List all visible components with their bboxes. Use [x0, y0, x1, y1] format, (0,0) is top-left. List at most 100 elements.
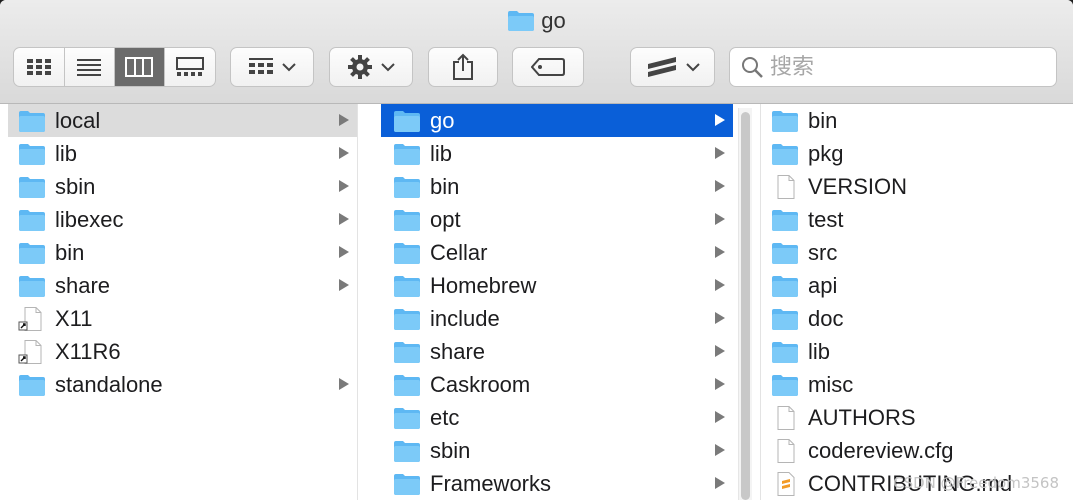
alias-file-icon [18, 306, 46, 331]
folder-icon [393, 208, 421, 232]
scrollbar-thumb[interactable] [741, 112, 750, 500]
disclosure-arrow-icon [339, 246, 349, 258]
folder-icon [393, 109, 421, 133]
list-item[interactable]: share [8, 269, 357, 302]
disclosure-arrow-icon [715, 345, 725, 357]
list-item[interactable]: codereview.cfg [761, 434, 1073, 467]
list-item[interactable]: lib [8, 137, 357, 170]
grid-icon [27, 59, 51, 75]
list-item-label: api [808, 272, 838, 298]
list-view-button[interactable] [65, 48, 115, 86]
list-item[interactable]: include [381, 302, 733, 335]
gallery-view-button[interactable] [165, 48, 215, 86]
folder-icon [393, 241, 421, 265]
list-item[interactable]: Homebrew [381, 269, 733, 302]
list-item[interactable]: Cellar [381, 236, 733, 269]
disclosure-arrow-icon [715, 411, 725, 423]
sublime-text-button[interactable] [630, 47, 715, 87]
list-item[interactable]: bin [8, 236, 357, 269]
list-item[interactable]: local [8, 104, 357, 137]
folder-icon [18, 373, 46, 397]
folder-icon [18, 175, 46, 199]
list-item[interactable]: test [761, 203, 1073, 236]
list-item-label: VERSION [808, 173, 908, 199]
folder-icon [18, 241, 46, 265]
folder-icon [771, 373, 799, 397]
list-item-label: lib [55, 140, 78, 166]
disclosure-arrow-icon [339, 114, 349, 126]
column-2: go lib bin opt Cellar Homebrew include share Cas… [381, 104, 733, 500]
folder-icon [771, 142, 799, 166]
title-toolbar: go [0, 0, 1073, 104]
list-item[interactable]: sbin [8, 170, 357, 203]
search-field[interactable] [729, 47, 1057, 87]
list-item-label: Cellar [430, 239, 488, 265]
list-item-label: include [430, 305, 500, 331]
disclosure-arrow-icon [339, 213, 349, 225]
list-item[interactable]: VERSION [761, 170, 1073, 203]
list-item[interactable]: bin [381, 170, 733, 203]
list-item-label: etc [430, 404, 460, 430]
tag-button[interactable] [512, 47, 584, 87]
columns-icon [125, 57, 153, 77]
list-item[interactable]: standalone [8, 368, 357, 401]
list-item[interactable]: X11 [8, 302, 357, 335]
disclosure-arrow-icon [715, 180, 725, 192]
share-button[interactable] [428, 47, 498, 87]
list-item[interactable]: lib [381, 137, 733, 170]
list-item-label: AUTHORS [808, 404, 916, 430]
folder-icon [393, 472, 421, 496]
disclosure-arrow-icon [339, 279, 349, 291]
list-item[interactable]: go [381, 104, 733, 137]
list-item[interactable]: libexec [8, 203, 357, 236]
disclosure-arrow-icon [715, 279, 725, 291]
list-item[interactable]: pkg [761, 137, 1073, 170]
list-item[interactable]: bin [761, 104, 1073, 137]
disclosure-arrow-icon [715, 378, 725, 390]
list-item-label: src [808, 239, 838, 265]
list-item-label: libexec [55, 206, 124, 232]
sublime-document-icon [771, 471, 799, 496]
action-menu-button[interactable] [329, 47, 413, 87]
list-item[interactable]: AUTHORS [761, 401, 1073, 434]
chevron-down-icon [381, 63, 395, 72]
tag-icon [531, 58, 565, 76]
list-item[interactable]: lib [761, 335, 1073, 368]
list-item[interactable]: X11R6 [8, 335, 357, 368]
folder-icon [18, 208, 46, 232]
disclosure-arrow-icon [715, 114, 725, 126]
list-item[interactable]: doc [761, 302, 1073, 335]
list-item[interactable]: opt [381, 203, 733, 236]
window-title-text: go [541, 8, 566, 33]
list-item[interactable]: Caskroom [381, 368, 733, 401]
alias-file-icon [18, 339, 46, 364]
list-item[interactable]: src [761, 236, 1073, 269]
list-item-label: share [430, 338, 486, 364]
list-item-label: X11R6 [55, 338, 121, 364]
group-by-button[interactable] [230, 47, 314, 87]
icon-view-button[interactable] [15, 48, 65, 86]
list-item[interactable]: sbin [381, 434, 733, 467]
folder-icon [393, 373, 421, 397]
list-item-label: codereview.cfg [808, 437, 954, 463]
share-icon [453, 53, 473, 80]
list-item-label: doc [808, 305, 844, 331]
list-item[interactable]: api [761, 269, 1073, 302]
search-icon [742, 57, 763, 78]
disclosure-arrow-icon [715, 444, 725, 456]
folder-icon [771, 109, 799, 133]
list-item-label: lib [808, 338, 831, 364]
folder-icon [771, 241, 799, 265]
list-item[interactable]: misc [761, 368, 1073, 401]
list-item[interactable]: etc [381, 401, 733, 434]
list-item[interactable]: Frameworks [381, 467, 733, 500]
search-input[interactable] [770, 54, 1040, 80]
folder-icon [18, 274, 46, 298]
disclosure-arrow-icon [715, 147, 725, 159]
list-item[interactable]: share [381, 335, 733, 368]
folder-icon [771, 307, 799, 331]
column-2-scrollbar[interactable] [738, 108, 752, 500]
column-view-button[interactable] [114, 48, 165, 86]
document-icon [771, 405, 799, 430]
group-grid-icon [249, 58, 273, 74]
